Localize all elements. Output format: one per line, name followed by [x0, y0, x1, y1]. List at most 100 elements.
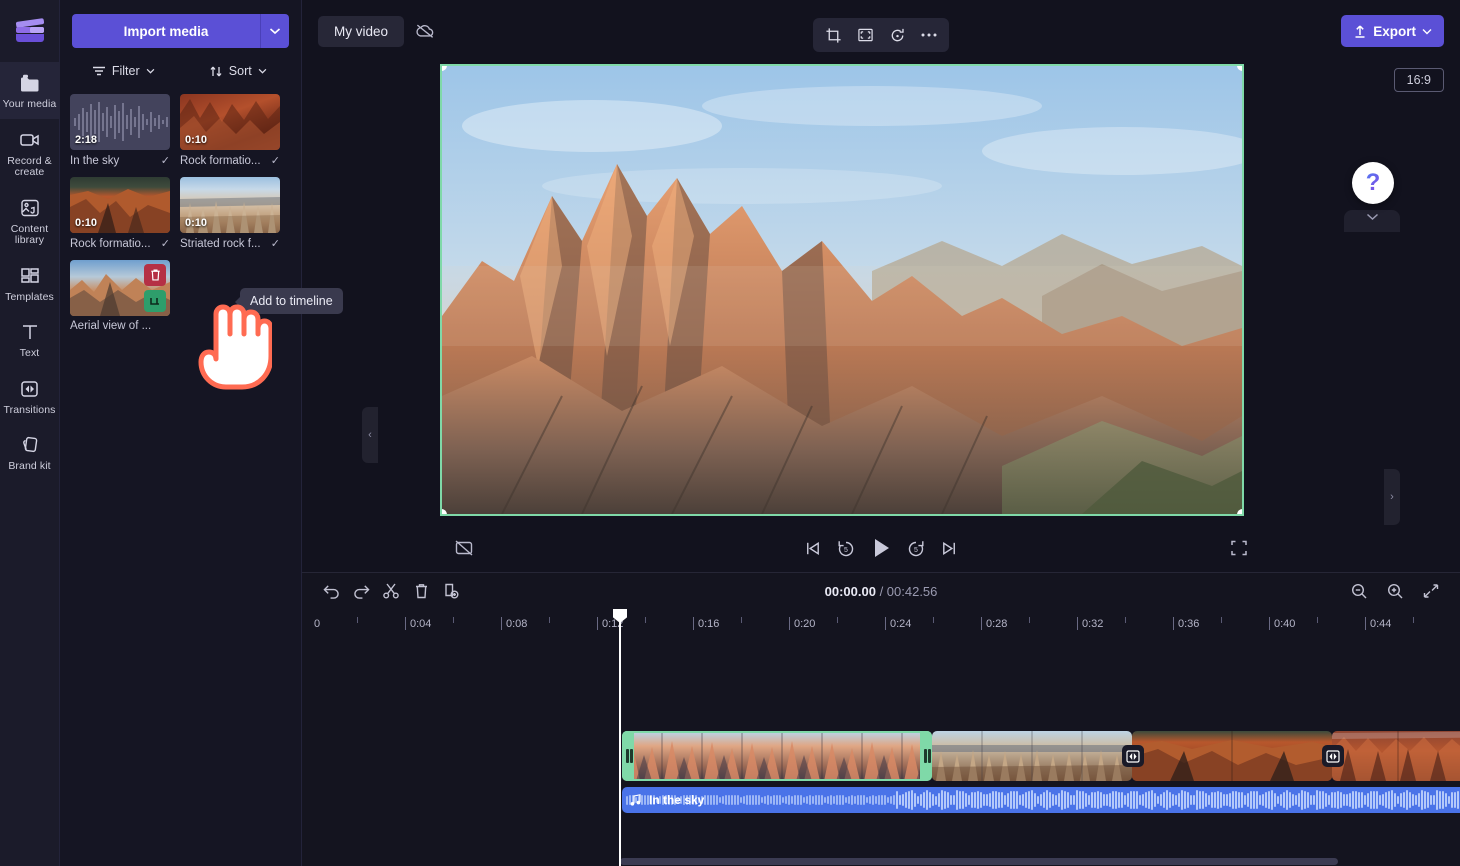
media-item-video-2[interactable]: 0:10 Rock formatio... ✓ [70, 177, 170, 250]
clip-rock-formation[interactable] [1332, 731, 1460, 781]
delete-media-button[interactable] [144, 264, 166, 286]
clip-trim-handle-left[interactable] [622, 731, 634, 781]
captions-off-button[interactable] [454, 539, 474, 557]
media-name: Aerial view of ... [70, 320, 152, 332]
zoom-in-button[interactable] [1380, 576, 1410, 606]
top-bar: My video Export [302, 0, 1460, 62]
sidebar-item-content-library[interactable]: Content library [0, 187, 60, 255]
media-caption: Striated rock f... ✓ [180, 237, 280, 251]
rotate-button[interactable] [883, 21, 911, 49]
forward-5-seconds-button[interactable]: 5 [906, 538, 926, 558]
timeline-zoom-controls [1344, 576, 1446, 606]
clipchamp-logo-icon [15, 18, 45, 44]
sidebar-item-brand-kit[interactable]: Brand kit [0, 424, 60, 481]
duplicate-icon [445, 583, 459, 599]
ruler-minor-tick [357, 617, 358, 623]
app-logo[interactable] [0, 0, 60, 62]
ruler-major-tick [789, 617, 790, 630]
video-preview-wrapper [440, 64, 1244, 516]
skip-to-end-icon [943, 541, 955, 555]
skip-to-start-button[interactable] [803, 539, 822, 558]
filter-button[interactable]: Filter [70, 60, 177, 82]
chevron-down-icon [258, 68, 267, 74]
sidebar-item-text[interactable]: Text [0, 311, 60, 368]
ruler-minor-tick [1125, 617, 1126, 623]
ruler-minor-tick [1413, 617, 1414, 623]
cloud-off-icon[interactable] [414, 22, 436, 40]
add-to-timeline-button[interactable] [144, 290, 166, 312]
captions-off-icon [455, 540, 473, 556]
play-button[interactable] [870, 536, 892, 560]
sort-button[interactable]: Sort [185, 60, 292, 82]
clip-thumbnail-strip [1132, 731, 1332, 781]
fit-to-frame-button[interactable] [851, 21, 879, 49]
ruler-label: 0:44 [1370, 618, 1392, 630]
more-options-button[interactable] [915, 21, 943, 49]
project-title[interactable]: My video [318, 15, 405, 47]
playback-controls: 5 5 [803, 536, 959, 560]
media-thumbnail[interactable]: 0:10 [180, 177, 280, 233]
filter-sort-row: Filter Sort [60, 48, 301, 90]
zoom-in-icon [1387, 583, 1403, 599]
media-thumbnail[interactable]: 2:18 [70, 94, 170, 150]
fit-timeline-button[interactable] [1416, 576, 1446, 606]
clip-trim-handle-right[interactable] [920, 731, 932, 781]
clip-rock-canyon[interactable] [1132, 731, 1332, 781]
media-item-video-1[interactable]: 0:10 Rock formatio... ✓ [180, 94, 280, 167]
crop-button[interactable] [819, 21, 847, 49]
export-button[interactable]: Export [1341, 15, 1444, 47]
forward-5-icon: 5 [908, 541, 924, 557]
sidebar-item-templates[interactable]: Templates [0, 255, 60, 312]
zoom-out-button[interactable] [1344, 576, 1374, 606]
playhead[interactable] [613, 609, 627, 866]
fullscreen-button[interactable] [1230, 539, 1248, 557]
brand-kit-icon [18, 433, 42, 457]
sidebar-item-your-media[interactable]: Your media [0, 62, 60, 119]
folder-icon [18, 71, 42, 95]
clip-aerial-hoodoos[interactable] [622, 731, 932, 781]
split-button[interactable] [376, 576, 406, 606]
skip-to-end-button[interactable] [940, 539, 959, 558]
ruler-label: 0:08 [506, 618, 528, 630]
media-thumbnail[interactable] [70, 260, 170, 316]
timeline-ruler[interactable]: 0 0:04 0:08 0:12 0:16 0:20 0:24 0:28 0:32 0:36 0:4… [302, 609, 1460, 635]
media-item-video-3[interactable]: 0:10 Striated rock f... ✓ [180, 177, 280, 250]
transition-marker-2[interactable] [1322, 745, 1344, 767]
media-thumbnail[interactable]: 0:10 [70, 177, 170, 233]
ruler-major-tick [1173, 617, 1174, 630]
rewind-5-seconds-button[interactable]: 5 [836, 538, 856, 558]
help-button[interactable]: ? [1352, 162, 1394, 204]
media-thumbnail[interactable]: 0:10 [180, 94, 280, 150]
redo-button[interactable] [346, 576, 376, 606]
more-icon [921, 33, 937, 37]
clip-thumbnail-strip [932, 731, 1132, 781]
skip-to-start-icon [807, 541, 819, 555]
collapse-preview-button[interactable] [1344, 210, 1400, 232]
import-media-button[interactable]: Import media [72, 14, 261, 48]
undo-button[interactable] [316, 576, 346, 606]
collapse-left-panel-button[interactable]: ‹ [362, 407, 378, 463]
timeline-toolbar: 00:00.00 / 00:42.56 [302, 573, 1460, 609]
duplicate-button[interactable] [436, 576, 466, 606]
add-to-timeline-icon [150, 297, 159, 305]
audio-clip-in-the-sky[interactable]: In the sky [622, 787, 1460, 813]
media-duration: 2:18 [75, 134, 98, 146]
sidebar-item-record-create[interactable]: Record & create [0, 119, 60, 187]
timeline-horizontal-scrollbar[interactable] [620, 858, 1338, 865]
sidebar-item-transitions[interactable]: Transitions [0, 368, 60, 425]
ruler-major-tick [501, 617, 502, 630]
video-preview[interactable] [440, 64, 1244, 516]
resize-handle-bottom-right[interactable] [1237, 509, 1242, 514]
delete-button[interactable] [406, 576, 436, 606]
undo-icon [322, 585, 339, 599]
clip-thumbnail-strip [622, 731, 932, 781]
transition-marker-1[interactable] [1122, 745, 1144, 767]
media-item-video-4-hovered[interactable]: Aerial view of ... [70, 260, 170, 332]
clip-striated-rock[interactable] [932, 731, 1132, 781]
aspect-ratio-badge[interactable]: 16:9 [1393, 68, 1444, 92]
delete-icon [415, 584, 427, 599]
import-media-dropdown[interactable] [261, 14, 289, 48]
collapse-right-panel-button[interactable]: › [1384, 469, 1400, 525]
media-item-audio[interactable]: 2:18 In the sky ✓ [70, 94, 170, 167]
ruler-major-tick [885, 617, 886, 630]
